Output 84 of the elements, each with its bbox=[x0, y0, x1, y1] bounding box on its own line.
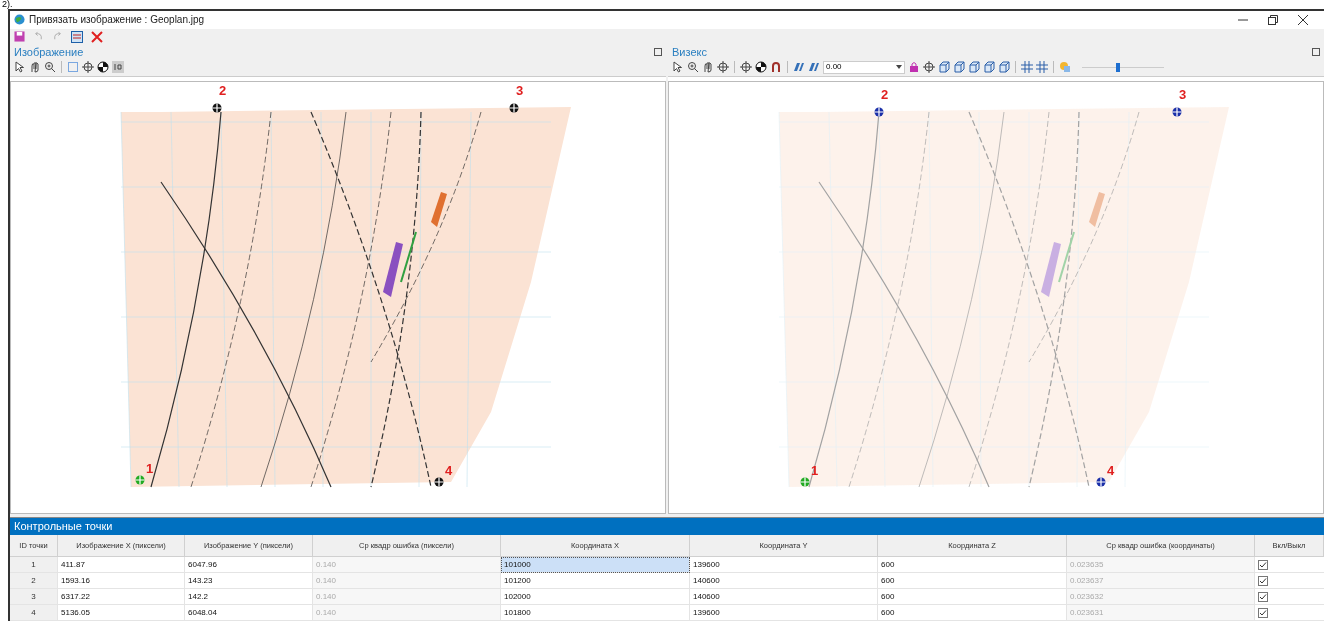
checkbox[interactable] bbox=[1258, 607, 1268, 618]
table-cell: 0.023637 bbox=[1067, 573, 1255, 589]
slider-thumb[interactable] bbox=[1116, 62, 1121, 72]
table-cell: 101000 bbox=[501, 557, 690, 573]
table-cell: 1593.16 bbox=[58, 573, 185, 589]
control-point-icon[interactable] bbox=[509, 102, 519, 113]
checkbox[interactable] bbox=[1258, 559, 1268, 570]
point-label: 4 bbox=[445, 463, 453, 477]
crosshair-icon[interactable] bbox=[740, 61, 752, 74]
layers-icon[interactable] bbox=[808, 61, 820, 74]
table-cell: 3 bbox=[10, 589, 58, 605]
caption: 2). bbox=[2, 0, 13, 9]
point-label: 3 bbox=[1179, 87, 1187, 101]
window-title: Привязать изображение : Geoplan.jpg bbox=[29, 13, 205, 28]
layers-icon[interactable] bbox=[793, 61, 805, 74]
table-cell: 2 bbox=[10, 573, 58, 589]
grid-icon[interactable] bbox=[1021, 61, 1033, 74]
cube-icon[interactable] bbox=[983, 61, 995, 74]
table-cell: 0.140 bbox=[313, 605, 501, 621]
height-field[interactable]: 0.00 bbox=[823, 60, 905, 74]
table-cell: 0.140 bbox=[313, 557, 501, 573]
control-point-icon[interactable] bbox=[212, 102, 222, 113]
cube-icon[interactable] bbox=[998, 61, 1010, 74]
save-icon[interactable] bbox=[14, 31, 25, 43]
window-icon[interactable] bbox=[71, 30, 83, 43]
table-cell: 102000 bbox=[501, 589, 690, 605]
panel-title: Изображение bbox=[14, 44, 84, 60]
table-cell: 600 bbox=[878, 589, 1067, 605]
table-cell: 0.023631 bbox=[1067, 605, 1255, 621]
point-label: 2 bbox=[219, 83, 227, 97]
table-cell: 139600 bbox=[690, 557, 878, 573]
table-cell: 0.140 bbox=[313, 573, 501, 589]
control-point-icon[interactable] bbox=[434, 476, 444, 487]
table-cell: 139600 bbox=[690, 605, 878, 621]
maximize-icon[interactable] bbox=[1312, 47, 1320, 56]
cube-icon[interactable] bbox=[953, 61, 965, 74]
control-point-icon[interactable] bbox=[1096, 476, 1106, 487]
table-cell: 0.140 bbox=[313, 589, 501, 605]
table-cell: 600 bbox=[878, 605, 1067, 621]
panel-header: Контрольные точки bbox=[10, 518, 1324, 535]
point-label: 1 bbox=[146, 461, 154, 475]
pointer-icon[interactable] bbox=[672, 61, 684, 74]
control-point-icon[interactable] bbox=[1172, 106, 1182, 117]
crosshair-icon[interactable] bbox=[923, 61, 935, 74]
panel-title: Визекс bbox=[672, 44, 707, 60]
restore-icon[interactable] bbox=[1268, 15, 1278, 25]
table-cell: 0.023632 bbox=[1067, 589, 1255, 605]
cube-icon[interactable] bbox=[968, 61, 980, 74]
grid-icon[interactable] bbox=[1036, 61, 1048, 74]
checkbox[interactable] bbox=[1258, 575, 1268, 586]
table-cell: 1 bbox=[10, 557, 58, 573]
checkbox[interactable] bbox=[1258, 591, 1268, 602]
point-label: 1 bbox=[811, 463, 819, 477]
point-label: 2 bbox=[881, 87, 889, 101]
dropdown-icon[interactable] bbox=[896, 65, 902, 70]
table-cell: 0.023635 bbox=[1067, 557, 1255, 573]
crosshair-icon[interactable] bbox=[82, 61, 94, 74]
zoom-icon[interactable] bbox=[44, 61, 56, 74]
table-cell: 6048.04 bbox=[185, 605, 313, 621]
maximize-icon[interactable] bbox=[654, 47, 662, 56]
point-label: 4 bbox=[1107, 463, 1115, 477]
control-point-icon[interactable] bbox=[874, 106, 884, 117]
table-cell: 6317.22 bbox=[58, 589, 185, 605]
marker-icon[interactable] bbox=[755, 61, 767, 74]
table-cell: 101200 bbox=[501, 573, 690, 589]
table-cell: 600 bbox=[878, 573, 1067, 589]
table-cell: 4 bbox=[10, 605, 58, 621]
lock-icon[interactable] bbox=[908, 61, 920, 74]
table-cell: 140600 bbox=[690, 573, 878, 589]
table-cell: 101800 bbox=[501, 605, 690, 621]
close-icon[interactable] bbox=[1298, 15, 1308, 25]
table-cell: 140600 bbox=[690, 589, 878, 605]
pointer-icon[interactable] bbox=[14, 61, 26, 74]
point-label: 3 bbox=[516, 83, 524, 97]
table-cell: 600 bbox=[878, 557, 1067, 573]
table-cell: 411.87 bbox=[58, 557, 185, 573]
magnet-icon[interactable] bbox=[770, 61, 782, 74]
zoom-icon[interactable] bbox=[687, 61, 699, 74]
globe-icon bbox=[14, 14, 25, 26]
table-cell: 5136.05 bbox=[58, 605, 185, 621]
marker-icon[interactable] bbox=[97, 61, 109, 74]
opacity-slider[interactable] bbox=[1082, 62, 1164, 72]
cube-icon[interactable] bbox=[938, 61, 950, 74]
crosshair-icon[interactable] bbox=[717, 61, 729, 74]
